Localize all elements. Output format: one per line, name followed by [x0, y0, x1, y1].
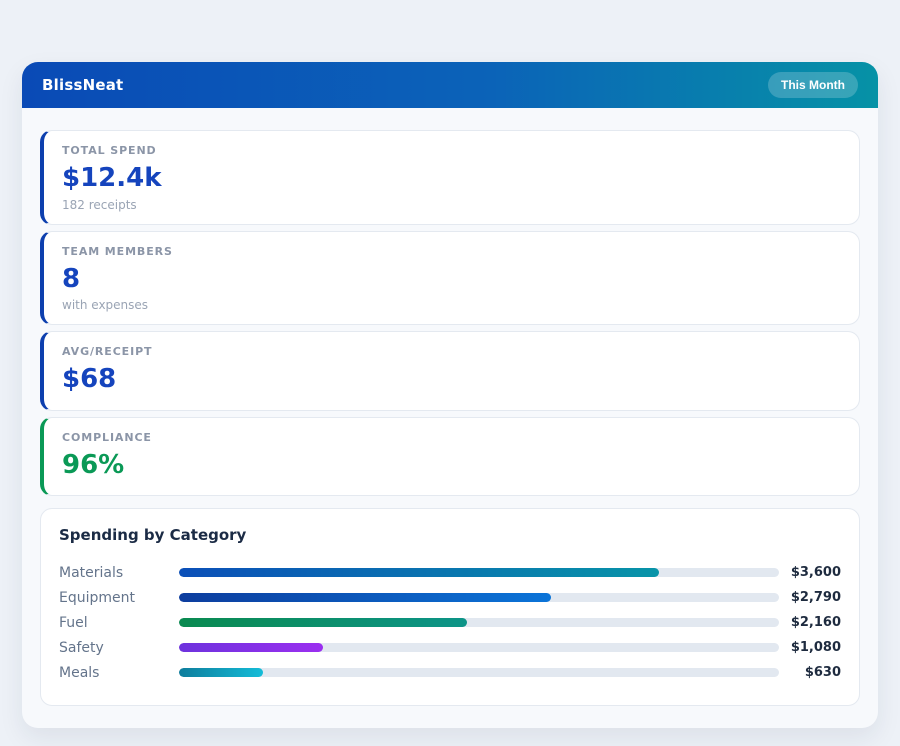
category-bar-track — [179, 643, 779, 653]
category-label: Safety — [59, 639, 104, 656]
category-value: $3,600 — [790, 565, 841, 581]
category-label: Fuel — [59, 614, 88, 631]
stat-subtext: with expenses — [62, 298, 149, 313]
stat-value: $68 — [62, 364, 117, 395]
category-bar-track — [179, 618, 779, 628]
category-label: Meals — [59, 664, 100, 681]
category-row-materials: Materials $3,600 — [59, 560, 841, 585]
category-row-safety: Safety $1,080 — [59, 635, 841, 660]
category-bar-track — [179, 668, 779, 678]
stat-card-team-members: TEAM MEMBERS 8 with expenses — [40, 230, 860, 326]
category-bar-fill — [179, 643, 323, 653]
stat-subtext: 182 receipts — [62, 197, 137, 212]
app-header: BlissNeat This Month — [22, 62, 878, 108]
category-bar-track — [179, 568, 779, 578]
category-bar-fill — [179, 618, 467, 628]
stat-label: TOTAL SPEND — [62, 144, 157, 157]
category-row-fuel: Fuel $2,160 — [59, 610, 841, 635]
stat-card-compliance: COMPLIANCE 96% — [40, 416, 860, 497]
stat-label: TEAM MEMBERS — [62, 244, 173, 258]
stat-value: 96% — [62, 449, 125, 480]
category-label: Equipment — [59, 589, 135, 606]
category-bar-fill — [179, 593, 551, 603]
period-badge[interactable]: This Month — [768, 72, 858, 98]
category-value: $1,080 — [790, 640, 841, 656]
stat-card-avg-receipt: AVG/RECEIPT $68 — [40, 331, 860, 411]
category-row-meals: Meals $630 — [59, 660, 841, 685]
stat-value: $12.4k — [62, 163, 162, 193]
stat-label: AVG/RECEIPT — [62, 345, 153, 359]
category-value: $630 — [804, 665, 841, 681]
category-row-equipment: Equipment $2,790 — [59, 585, 841, 610]
spending-by-category-title: Spending by Category — [59, 526, 247, 545]
category-value: $2,160 — [790, 615, 841, 631]
category-value: $2,790 — [790, 590, 841, 606]
dashboard-content: TOTAL SPEND $12.4k 182 receipts TEAM MEM… — [22, 108, 878, 707]
stat-label: COMPLIANCE — [62, 430, 152, 444]
category-bar-fill — [179, 568, 659, 578]
stat-value: 8 — [62, 263, 81, 294]
spending-by-category-card: Spending by Category Materials $3,600 Eq… — [40, 508, 860, 707]
category-bar-track — [179, 593, 779, 603]
dashboard-panel: BlissNeat This Month TOTAL SPEND $12.4k … — [22, 62, 878, 729]
category-label: Materials — [59, 564, 124, 581]
app-title: BlissNeat — [42, 76, 124, 94]
stat-card-total-spend: TOTAL SPEND $12.4k 182 receipts — [40, 130, 860, 225]
category-bar-fill — [179, 668, 263, 678]
